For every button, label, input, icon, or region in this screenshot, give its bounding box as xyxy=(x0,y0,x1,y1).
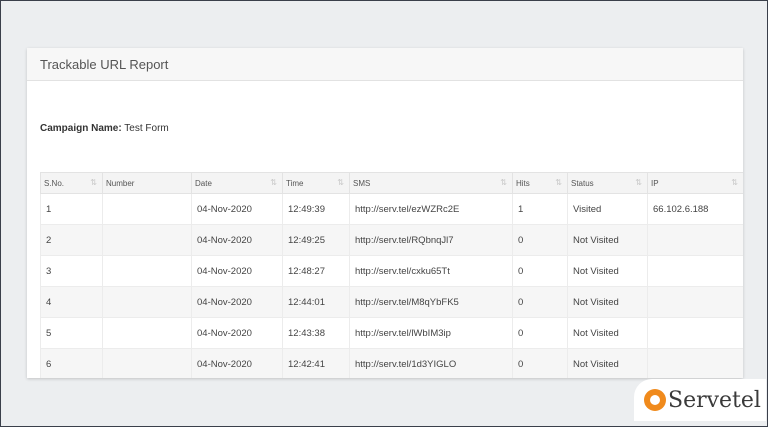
cell-sms: http://serv.tel/RQbnqJl7 xyxy=(349,224,513,256)
cell-ip xyxy=(647,224,743,256)
table-row: 2 04-Nov-2020 12:49:25 http://serv.tel/R… xyxy=(40,224,743,256)
cell-hits: 0 xyxy=(512,224,568,256)
cell-status: Not Visited xyxy=(567,255,648,287)
table-row: 6 04-Nov-2020 12:42:41 http://serv.tel/1… xyxy=(40,348,743,378)
cell-number xyxy=(102,286,192,318)
column-header-date[interactable]: Date ⇅ xyxy=(191,172,283,194)
cell-time: 12:44:01 xyxy=(282,286,350,318)
cell-date: 04-Nov-2020 xyxy=(191,193,283,225)
report-panel: Trackable URL Report Campaign Name: Test… xyxy=(27,48,743,378)
sort-icon[interactable]: ⇅ xyxy=(731,178,738,187)
cell-date: 04-Nov-2020 xyxy=(191,348,283,378)
cell-status: Not Visited xyxy=(567,224,648,256)
cell-ip xyxy=(647,317,743,349)
report-table: S.No. ⇅ Number Date ⇅ Time ⇅ SMS ⇅ Hits ⇅ Sta… xyxy=(40,172,743,378)
cell-sms: http://serv.tel/cxku65Tt xyxy=(349,255,513,287)
cell-hits: 0 xyxy=(512,317,568,349)
table-header-row: S.No. ⇅ Number Date ⇅ Time ⇅ SMS ⇅ Hits ⇅ Sta… xyxy=(40,172,743,194)
cell-date: 04-Nov-2020 xyxy=(191,317,283,349)
column-header-ip[interactable]: IP ⇅ xyxy=(647,172,743,194)
cell-ip: 66.102.6.188 xyxy=(647,193,743,225)
cell-number xyxy=(102,348,192,378)
cell-time: 12:48:27 xyxy=(282,255,350,287)
cell-status: Not Visited xyxy=(567,317,648,349)
page-title: Trackable URL Report xyxy=(40,56,169,72)
cell-hits: 0 xyxy=(512,255,568,287)
brand-logo: Servetel xyxy=(634,379,766,421)
column-header-hits[interactable]: Hits ⇅ xyxy=(512,172,568,194)
sort-icon[interactable]: ⇅ xyxy=(337,178,344,187)
table-row: 5 04-Nov-2020 12:43:38 http://serv.tel/l… xyxy=(40,317,743,349)
cell-number xyxy=(102,193,192,225)
cell-sno: 6 xyxy=(40,348,103,378)
sort-icon[interactable]: ⇅ xyxy=(90,178,97,187)
cell-time: 12:42:41 xyxy=(282,348,350,378)
servetel-logo-icon xyxy=(644,389,666,411)
cell-sms: http://serv.tel/1d3YIGLO xyxy=(349,348,513,378)
sort-icon[interactable]: ⇅ xyxy=(555,178,562,187)
column-header-sno[interactable]: S.No. ⇅ xyxy=(40,172,103,194)
cell-status: Not Visited xyxy=(567,348,648,378)
cell-status: Not Visited xyxy=(567,286,648,318)
column-header-time[interactable]: Time ⇅ xyxy=(282,172,350,194)
cell-hits: 1 xyxy=(512,193,568,225)
cell-sno: 4 xyxy=(40,286,103,318)
cell-time: 12:49:25 xyxy=(282,224,350,256)
cell-number xyxy=(102,224,192,256)
column-header-sms[interactable]: SMS ⇅ xyxy=(349,172,513,194)
campaign-info: Campaign Name: Test Form xyxy=(40,123,169,134)
campaign-label: Campaign Name: xyxy=(40,123,122,134)
cell-sms: http://serv.tel/lWbIM3ip xyxy=(349,317,513,349)
cell-sno: 3 xyxy=(40,255,103,287)
cell-sno: 2 xyxy=(40,224,103,256)
cell-ip xyxy=(647,286,743,318)
table-row: 4 04-Nov-2020 12:44:01 http://serv.tel/M… xyxy=(40,286,743,318)
cell-time: 12:43:38 xyxy=(282,317,350,349)
cell-date: 04-Nov-2020 xyxy=(191,224,283,256)
cell-ip xyxy=(647,255,743,287)
column-header-number[interactable]: Number xyxy=(102,172,192,194)
sort-icon[interactable]: ⇅ xyxy=(270,178,277,187)
campaign-value: Test Form xyxy=(124,123,169,134)
cell-hits: 0 xyxy=(512,348,568,378)
cell-sms: http://serv.tel/M8qYbFK5 xyxy=(349,286,513,318)
cell-sms: http://serv.tel/ezWZRc2E xyxy=(349,193,513,225)
sort-icon[interactable]: ⇅ xyxy=(635,178,642,187)
cell-number xyxy=(102,317,192,349)
cell-hits: 0 xyxy=(512,286,568,318)
column-header-status[interactable]: Status ⇅ xyxy=(567,172,648,194)
cell-sno: 5 xyxy=(40,317,103,349)
brand-name: Servetel xyxy=(668,387,761,413)
panel-header: Trackable URL Report xyxy=(27,48,743,81)
cell-time: 12:49:39 xyxy=(282,193,350,225)
table-row: 1 04-Nov-2020 12:49:39 http://serv.tel/e… xyxy=(40,193,743,225)
cell-ip xyxy=(647,348,743,378)
cell-sno: 1 xyxy=(40,193,103,225)
cell-date: 04-Nov-2020 xyxy=(191,286,283,318)
table-row: 3 04-Nov-2020 12:48:27 http://serv.tel/c… xyxy=(40,255,743,287)
cell-status: Visited xyxy=(567,193,648,225)
cell-date: 04-Nov-2020 xyxy=(191,255,283,287)
cell-number xyxy=(102,255,192,287)
sort-icon[interactable]: ⇅ xyxy=(500,178,507,187)
